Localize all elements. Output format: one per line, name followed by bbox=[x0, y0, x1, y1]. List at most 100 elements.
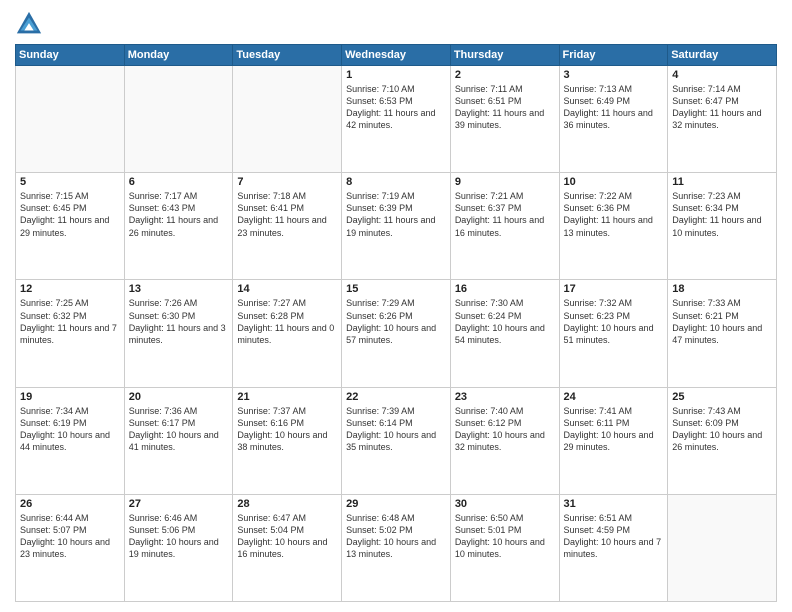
calendar-cell bbox=[233, 66, 342, 173]
weekday-monday: Monday bbox=[124, 45, 233, 66]
day-info: Sunrise: 7:32 AM Sunset: 6:23 PM Dayligh… bbox=[564, 297, 664, 346]
day-info: Sunrise: 6:50 AM Sunset: 5:01 PM Dayligh… bbox=[455, 512, 555, 561]
day-number: 9 bbox=[455, 176, 555, 188]
day-number: 10 bbox=[564, 176, 664, 188]
day-number: 27 bbox=[129, 498, 229, 510]
day-number: 6 bbox=[129, 176, 229, 188]
calendar-cell bbox=[668, 494, 777, 601]
calendar-cell bbox=[16, 66, 125, 173]
day-info: Sunrise: 7:37 AM Sunset: 6:16 PM Dayligh… bbox=[237, 405, 337, 454]
calendar-cell: 20Sunrise: 7:36 AM Sunset: 6:17 PM Dayli… bbox=[124, 387, 233, 494]
day-number: 19 bbox=[20, 391, 120, 403]
day-info: Sunrise: 7:17 AM Sunset: 6:43 PM Dayligh… bbox=[129, 190, 229, 239]
day-number: 5 bbox=[20, 176, 120, 188]
calendar-cell: 13 Sunrise: 7:26 AM Sunset: 6:30 PM Dayli… bbox=[124, 280, 233, 387]
day-info: Sunrise: 6:48 AM Sunset: 5:02 PM Dayligh… bbox=[346, 512, 446, 561]
header bbox=[15, 10, 777, 38]
day-info: Sunrise: 7:41 AM Sunset: 6:11 PM Dayligh… bbox=[564, 405, 664, 454]
day-info: Sunrise: 7:23 AM Sunset: 6:34 PM Dayligh… bbox=[672, 190, 772, 239]
day-number: 16 bbox=[455, 283, 555, 295]
day-number: 13 bbox=[129, 283, 229, 295]
day-info: Sunrise: 7:18 AM Sunset: 6:41 PM Dayligh… bbox=[237, 190, 337, 239]
calendar-cell: 27 Sunrise: 6:46 AM Sunset: 5:06 PM Dayli… bbox=[124, 494, 233, 601]
day-number: 4 bbox=[672, 69, 772, 81]
day-number: 20 bbox=[129, 391, 229, 403]
calendar-cell: 26 Sunrise: 6:44 AM Sunset: 5:07 PM Dayli… bbox=[16, 494, 125, 601]
day-number: 3 bbox=[564, 69, 664, 81]
day-info: Sunrise: 6:51 AM Sunset: 4:59 PM Dayligh… bbox=[564, 512, 664, 561]
day-info: Sunrise: 6:44 AM Sunset: 5:07 PM Dayligh… bbox=[20, 512, 120, 561]
calendar-cell: 10 Sunrise: 7:22 AM Sunset: 6:36 PM Dayli… bbox=[559, 173, 668, 280]
day-number: 31 bbox=[564, 498, 664, 510]
day-number: 29 bbox=[346, 498, 446, 510]
day-info: Sunrise: 7:14 AM Sunset: 6:47 PM Dayligh… bbox=[672, 83, 772, 132]
day-info: Sunrise: 7:25 AM Sunset: 6:32 PM Dayligh… bbox=[20, 297, 120, 346]
day-number: 12 bbox=[20, 283, 120, 295]
calendar-cell: 19 Sunrise: 7:34 AM Sunset: 6:19 PM Dayli… bbox=[16, 387, 125, 494]
calendar-cell: 9 Sunrise: 7:21 AM Sunset: 6:37 PM Daylig… bbox=[450, 173, 559, 280]
day-info: Sunrise: 7:19 AM Sunset: 6:39 PM Dayligh… bbox=[346, 190, 446, 239]
calendar-week-2: 5Sunrise: 7:15 AM Sunset: 6:45 PM Daylig… bbox=[16, 173, 777, 280]
day-info: Sunrise: 7:34 AM Sunset: 6:19 PM Dayligh… bbox=[20, 405, 120, 454]
day-info: Sunrise: 6:46 AM Sunset: 5:06 PM Dayligh… bbox=[129, 512, 229, 561]
day-info: Sunrise: 7:21 AM Sunset: 6:37 PM Dayligh… bbox=[455, 190, 555, 239]
calendar-cell: 4 Sunrise: 7:14 AM Sunset: 6:47 PM Daylig… bbox=[668, 66, 777, 173]
calendar-cell: 31 Sunrise: 6:51 AM Sunset: 4:59 PM Dayli… bbox=[559, 494, 668, 601]
weekday-saturday: Saturday bbox=[668, 45, 777, 66]
day-info: Sunrise: 7:30 AM Sunset: 6:24 PM Dayligh… bbox=[455, 297, 555, 346]
day-number: 23 bbox=[455, 391, 555, 403]
day-info: Sunrise: 7:27 AM Sunset: 6:28 PM Dayligh… bbox=[237, 297, 337, 346]
weekday-thursday: Thursday bbox=[450, 45, 559, 66]
weekday-sunday: Sunday bbox=[16, 45, 125, 66]
page: SundayMondayTuesdayWednesdayThursdayFrid… bbox=[0, 0, 792, 612]
day-info: Sunrise: 7:11 AM Sunset: 6:51 PM Dayligh… bbox=[455, 83, 555, 132]
calendar-cell bbox=[124, 66, 233, 173]
calendar-cell: 12 Sunrise: 7:25 AM Sunset: 6:32 PM Dayli… bbox=[16, 280, 125, 387]
calendar-cell: 22Sunrise: 7:39 AM Sunset: 6:14 PM Dayli… bbox=[342, 387, 451, 494]
day-number: 25 bbox=[672, 391, 772, 403]
calendar-cell: 21Sunrise: 7:37 AM Sunset: 6:16 PM Dayli… bbox=[233, 387, 342, 494]
weekday-tuesday: Tuesday bbox=[233, 45, 342, 66]
day-number: 11 bbox=[672, 176, 772, 188]
day-number: 17 bbox=[564, 283, 664, 295]
day-info: Sunrise: 7:22 AM Sunset: 6:36 PM Dayligh… bbox=[564, 190, 664, 239]
calendar-cell: 30 Sunrise: 6:50 AM Sunset: 5:01 PM Dayli… bbox=[450, 494, 559, 601]
weekday-friday: Friday bbox=[559, 45, 668, 66]
calendar-table: SundayMondayTuesdayWednesdayThursdayFrid… bbox=[15, 44, 777, 602]
calendar-cell: 24Sunrise: 7:41 AM Sunset: 6:11 PM Dayli… bbox=[559, 387, 668, 494]
calendar-cell: 16 Sunrise: 7:30 AM Sunset: 6:24 PM Dayli… bbox=[450, 280, 559, 387]
calendar-cell: 3 Sunrise: 7:13 AM Sunset: 6:49 PM Daylig… bbox=[559, 66, 668, 173]
day-number: 30 bbox=[455, 498, 555, 510]
day-info: Sunrise: 7:10 AM Sunset: 6:53 PM Dayligh… bbox=[346, 83, 446, 132]
day-number: 8 bbox=[346, 176, 446, 188]
calendar-cell: 28 Sunrise: 6:47 AM Sunset: 5:04 PM Dayli… bbox=[233, 494, 342, 601]
calendar-cell: 1 Sunrise: 7:10 AM Sunset: 6:53 PM Daylig… bbox=[342, 66, 451, 173]
day-number: 7 bbox=[237, 176, 337, 188]
day-number: 14 bbox=[237, 283, 337, 295]
calendar-cell: 7 Sunrise: 7:18 AM Sunset: 6:41 PM Daylig… bbox=[233, 173, 342, 280]
day-number: 28 bbox=[237, 498, 337, 510]
calendar-cell: 17 Sunrise: 7:32 AM Sunset: 6:23 PM Dayli… bbox=[559, 280, 668, 387]
logo bbox=[15, 10, 47, 38]
day-info: Sunrise: 7:33 AM Sunset: 6:21 PM Dayligh… bbox=[672, 297, 772, 346]
day-info: Sunrise: 7:26 AM Sunset: 6:30 PM Dayligh… bbox=[129, 297, 229, 346]
day-info: Sunrise: 7:13 AM Sunset: 6:49 PM Dayligh… bbox=[564, 83, 664, 132]
day-info: Sunrise: 6:47 AM Sunset: 5:04 PM Dayligh… bbox=[237, 512, 337, 561]
calendar-cell: 18 Sunrise: 7:33 AM Sunset: 6:21 PM Dayli… bbox=[668, 280, 777, 387]
calendar-week-3: 12 Sunrise: 7:25 AM Sunset: 6:32 PM Dayli… bbox=[16, 280, 777, 387]
calendar-cell: 8 Sunrise: 7:19 AM Sunset: 6:39 PM Daylig… bbox=[342, 173, 451, 280]
day-number: 18 bbox=[672, 283, 772, 295]
weekday-header-row: SundayMondayTuesdayWednesdayThursdayFrid… bbox=[16, 45, 777, 66]
calendar-cell: 14 Sunrise: 7:27 AM Sunset: 6:28 PM Dayli… bbox=[233, 280, 342, 387]
calendar-week-4: 19 Sunrise: 7:34 AM Sunset: 6:19 PM Dayli… bbox=[16, 387, 777, 494]
day-info: Sunrise: 7:39 AM Sunset: 6:14 PM Dayligh… bbox=[346, 405, 446, 454]
day-number: 2 bbox=[455, 69, 555, 81]
calendar-cell: 6 Sunrise: 7:17 AM Sunset: 6:43 PM Daylig… bbox=[124, 173, 233, 280]
logo-icon bbox=[15, 10, 43, 38]
day-number: 26 bbox=[20, 498, 120, 510]
calendar-cell: 29 Sunrise: 6:48 AM Sunset: 5:02 PM Dayli… bbox=[342, 494, 451, 601]
day-info: Sunrise: 7:29 AM Sunset: 6:26 PM Dayligh… bbox=[346, 297, 446, 346]
calendar-week-5: 26 Sunrise: 6:44 AM Sunset: 5:07 PM Dayli… bbox=[16, 494, 777, 601]
day-number: 1 bbox=[346, 69, 446, 81]
calendar-cell: 15Sunrise: 7:29 AM Sunset: 6:26 PM Dayli… bbox=[342, 280, 451, 387]
